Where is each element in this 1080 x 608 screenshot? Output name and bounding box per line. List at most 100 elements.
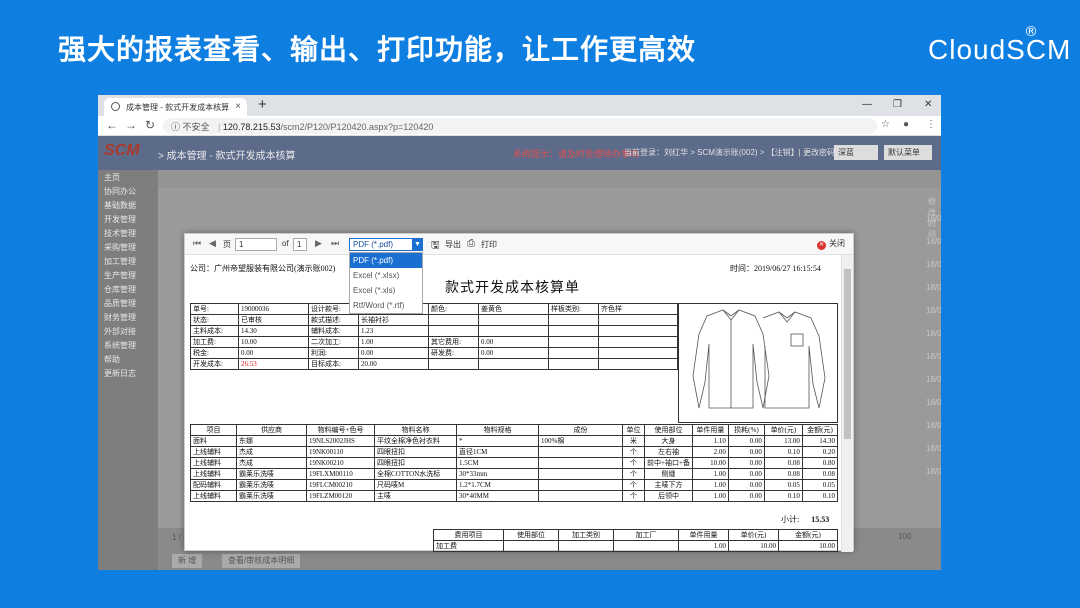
subtotal-value: 15.53 [811, 515, 830, 524]
menu-icon[interactable]: ⋮ [926, 119, 936, 130]
table-cell: 19FLXM00110 [306, 468, 375, 480]
grid-cell-date: 18/04/24 11 [926, 237, 941, 246]
table-cell: 0.00 [727, 446, 765, 458]
table-cell: 上线辅料 [190, 490, 237, 502]
minimize-icon[interactable]: — [862, 99, 872, 110]
info-cell: 0.00 [478, 347, 549, 359]
printer-icon[interactable]: ⎙ [467, 238, 475, 249]
back-icon[interactable]: ← [106, 118, 118, 132]
sidebar-item[interactable]: 开发管理 [98, 212, 158, 226]
column-header: 物料编号+色号 [306, 424, 375, 436]
sidebar-item[interactable]: 品质管理 [98, 296, 158, 310]
info-cell [548, 347, 599, 359]
table-cell: 主唛 [374, 490, 457, 502]
close-tab-icon[interactable]: × [235, 101, 241, 112]
sidebar-item[interactable]: 采购管理 [98, 240, 158, 254]
table-cell: 1.00 [678, 540, 729, 552]
info-cell: 0.00 [358, 347, 429, 359]
save-icon[interactable]: 🖫 [431, 238, 440, 255]
table-cell: 0.05 [763, 479, 803, 491]
new-tab-button[interactable]: + [258, 96, 267, 113]
page-input[interactable]: 1 [235, 238, 277, 251]
sidebar-item[interactable]: 帮助 [98, 352, 158, 366]
report-title: 款式开发成本核算单 [445, 281, 580, 296]
sidebar-item[interactable]: 加工管理 [98, 254, 158, 268]
table-cell: 个 [622, 490, 645, 502]
scroll-thumb[interactable] [844, 269, 851, 439]
print-button[interactable]: 打印 [481, 239, 497, 250]
of-label: of [282, 239, 289, 248]
info-cell: 19000036 [238, 303, 309, 315]
sidebar-item[interactable]: 协同办公 [98, 184, 158, 198]
forward-icon[interactable]: → [125, 118, 137, 132]
sidebar-item[interactable]: 财务管理 [98, 310, 158, 324]
column-header: 加工厂 [613, 529, 679, 541]
maximize-icon[interactable]: ❐ [893, 99, 902, 110]
theme-select[interactable]: 深蓝 [834, 145, 878, 160]
info-cell [428, 314, 479, 326]
format-option[interactable]: Excel (*.xls) [350, 283, 422, 298]
page-label: 页 [223, 240, 231, 249]
close-icon: ✕ [817, 241, 826, 250]
table-cell: 霸莱乐洗唛 [236, 479, 307, 491]
report-scrollbar[interactable] [841, 255, 853, 552]
table-cell: 19NK00110 [306, 446, 375, 458]
window-close-icon[interactable]: ✕ [924, 99, 932, 110]
last-page-icon[interactable]: ⏭ [331, 238, 339, 249]
sidebar-item[interactable]: 外部对接 [98, 324, 158, 338]
app-content: SCM > 成本管理 - 款式开发成本核算 系统提示：请及时处理待办事项 当前登… [98, 136, 941, 570]
sidebar-item[interactable]: 主页 [98, 170, 158, 184]
first-page-icon[interactable]: ⏮ [193, 238, 201, 249]
page-size[interactable]: 100 [898, 532, 911, 541]
reload-icon[interactable]: ↻ [145, 118, 155, 132]
next-page-icon[interactable]: ▶ [315, 238, 322, 249]
table-cell: 杰成 [236, 446, 307, 458]
table-cell: 0.80 [801, 457, 839, 469]
dropdown-arrow-icon[interactable]: ▼ [412, 238, 423, 251]
sidebar-item[interactable]: 系统管理 [98, 338, 158, 352]
export-button[interactable]: 导出 [445, 239, 461, 250]
alert-text[interactable]: 系统提示：请及时处理待办事项 [513, 147, 639, 160]
table-cell: 1.10 [691, 435, 729, 447]
star-icon[interactable]: ☆ [881, 119, 890, 130]
close-button[interactable]: ✕ 关闭 [817, 238, 845, 250]
table-cell: 0.10 [763, 446, 803, 458]
format-option[interactable]: Excel (*.xlsx) [350, 268, 422, 283]
url-field[interactable]: ⓘ 不安全 | 120.78.215.53/scm2/P120/P120420.… [163, 118, 877, 134]
table-cell: 个 [622, 479, 645, 491]
table-cell: 主唛下方 [644, 479, 693, 491]
sidebar-item[interactable]: 仓库管理 [98, 282, 158, 296]
info-cell: 款式描述: [308, 314, 359, 326]
sidebar-item[interactable]: 更新日志 [98, 366, 158, 380]
table-cell: 0.00 [727, 435, 765, 447]
view-cost-button[interactable]: 查看/审核成本明细 [222, 554, 301, 568]
new-button[interactable]: 新 增 [172, 554, 203, 568]
format-option[interactable]: Rtf/Word (*.rtf) [350, 298, 422, 313]
info-cell [478, 358, 549, 370]
info-cell [548, 358, 599, 370]
info-cell: 加工费: [190, 336, 239, 348]
sidebar-item[interactable]: 基础数据 [98, 198, 158, 212]
info-row: 主料成本: 14.30 辅料成本: 1.23 [190, 325, 678, 337]
table-cell: 30*33mm [456, 468, 539, 480]
menu-select[interactable]: 默认菜单 [884, 145, 932, 160]
prev-page-icon[interactable]: ◀ [209, 238, 216, 249]
info-cell: 20.00 [358, 358, 429, 370]
format-option[interactable]: PDF (*.pdf) [350, 253, 422, 268]
info-cell [548, 314, 599, 326]
browser-tab[interactable]: 成本管理 - 款式开发成本核算 × [104, 98, 247, 116]
report-page: 公司：广州帝望服装有限公司(演示账002) 时间：2019/06/27 16:1… [185, 255, 843, 552]
table-row: 上线辅料 杰成 19NK00210 四眼扭扣 1.5CM 个前中+袖口+备 10.00 0.0… [190, 457, 839, 469]
sidebar-item[interactable]: 技术管理 [98, 226, 158, 240]
profile-icon[interactable]: ● [903, 119, 909, 130]
table-cell: 0.00 [727, 479, 765, 491]
column-header: 单件用量 [678, 529, 729, 541]
grid-cell-date: 18/04/24 11 [926, 283, 941, 292]
table-cell [613, 540, 679, 552]
garment-sketch-image [678, 303, 838, 423]
table-row: 上线辅料 杰成 19NK00110 四眼扭扣 直径1CM 个左右袖 2.00 0.00 0.10… [190, 446, 839, 458]
sidebar-item[interactable]: 生产管理 [98, 268, 158, 282]
info-cell [598, 347, 678, 359]
table-cell: 1.00 [691, 479, 729, 491]
info-cell: 14.30 [238, 325, 309, 337]
